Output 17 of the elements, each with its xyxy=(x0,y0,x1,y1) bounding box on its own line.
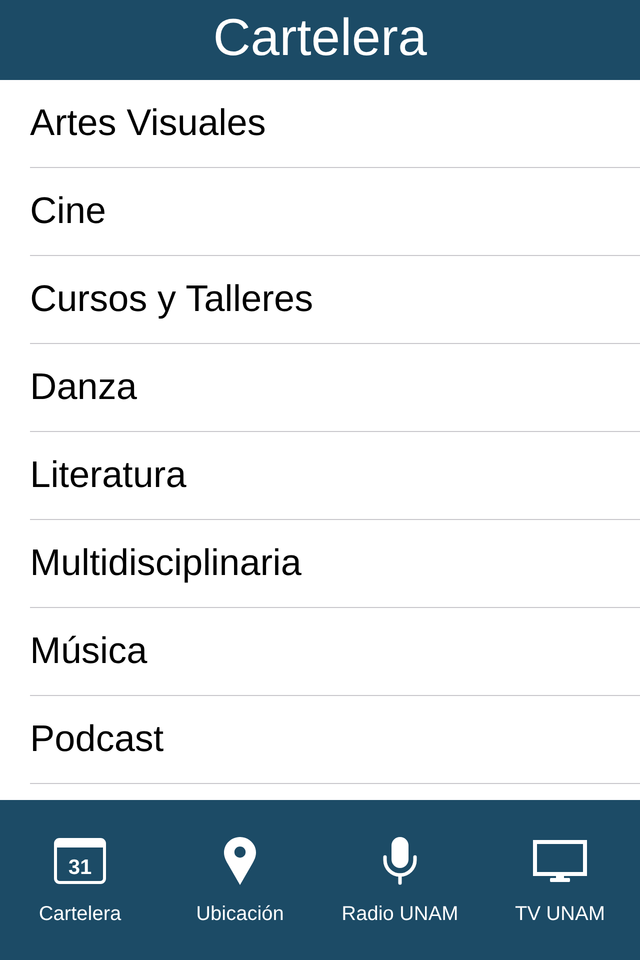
tab-button[interactable]: TV UNAM xyxy=(480,800,640,960)
category-item[interactable]: Cine xyxy=(30,168,640,256)
category-item[interactable]: Literatura xyxy=(30,432,640,520)
tab-button[interactable]: Radio UNAM xyxy=(320,800,480,960)
category-item[interactable]: Música xyxy=(30,608,640,696)
tab-button[interactable]: Ubicación xyxy=(160,800,320,960)
tab-button[interactable]: 31 Cartelera xyxy=(0,800,160,960)
category-item[interactable]: Danza xyxy=(30,344,640,432)
location-pin-icon xyxy=(224,837,256,885)
screen-title: Cartelera xyxy=(213,12,427,68)
category-item[interactable]: Multidisciplinaria xyxy=(30,520,640,608)
microphone-icon xyxy=(383,837,417,885)
monitor-icon xyxy=(533,840,587,882)
category-item[interactable]: Cursos y Talleres xyxy=(30,256,640,344)
calendar-icon: 31 xyxy=(54,838,106,884)
category-item[interactable]: Artes Visuales xyxy=(30,80,640,168)
category-item[interactable]: Podcast xyxy=(30,696,640,784)
